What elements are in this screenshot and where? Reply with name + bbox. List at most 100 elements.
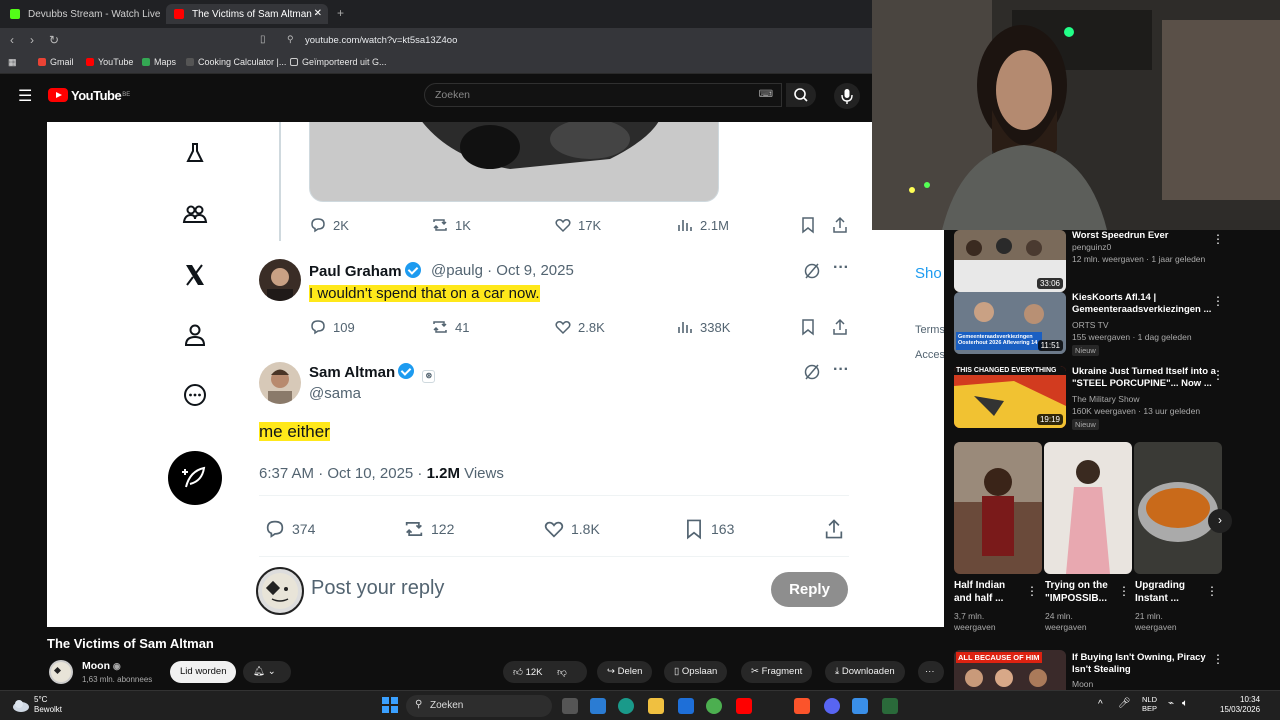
discord-icon[interactable]	[824, 698, 840, 714]
edge-icon[interactable]	[618, 698, 634, 714]
car-image[interactable]	[309, 122, 719, 202]
keyboard-icon[interactable]: ⌨	[759, 89, 773, 100]
kebab-menu-icon[interactable]: ⋮	[1212, 368, 1224, 382]
bookmark-maps[interactable]: Maps	[142, 57, 176, 67]
volume-icon[interactable]: 🔈︎	[1182, 698, 1188, 709]
compose-post-button[interactable]	[168, 451, 222, 505]
chrome-icon[interactable]	[706, 698, 722, 714]
reply-button[interactable]: Reply	[771, 572, 848, 607]
search-button[interactable]	[786, 83, 816, 107]
short-thumbnail[interactable]	[1134, 442, 1222, 574]
download-button[interactable]: ⤓ Downloaden	[825, 661, 905, 683]
accessibility-link[interactable]: Acces	[915, 349, 944, 361]
repost-action[interactable]: 122	[403, 518, 454, 540]
kebab-menu-icon[interactable]: ⋮	[1118, 584, 1130, 598]
site-info-icon[interactable]: ⚲	[287, 34, 294, 45]
profile-icon[interactable]	[179, 322, 211, 354]
menu-icon[interactable]: ☰	[18, 86, 32, 106]
network-icon[interactable]: ⌁	[1168, 698, 1174, 709]
user-avatar[interactable]	[256, 567, 304, 615]
search-input[interactable]: Zoeken ⌨	[424, 83, 782, 107]
kebab-menu-icon[interactable]: ⋮	[1212, 232, 1224, 246]
bookmark-action[interactable]	[799, 216, 817, 234]
terms-link[interactable]: Terms	[915, 324, 944, 336]
back-icon[interactable]: ‹	[10, 33, 14, 47]
like-action[interactable]: 2.8K	[554, 318, 605, 336]
rec-channel[interactable]: The Military Show	[1072, 394, 1140, 404]
short-thumbnail[interactable]	[1044, 442, 1132, 574]
dislike-button[interactable]: 👎︎	[557, 667, 567, 678]
bookmark-imported[interactable]: Geïmporteerd uit G...	[290, 57, 387, 67]
kebab-menu-icon[interactable]: ⋮	[1206, 584, 1218, 598]
bookmark-action[interactable]: 163	[683, 518, 734, 540]
microphone-tray-icon[interactable]: 🎤︎	[1118, 698, 1131, 709]
recommendation-item[interactable]: ALL BECAUSE OF HIM If Buying Isn't Ownin…	[954, 650, 1276, 690]
share-button[interactable]: ↪ Delen	[597, 661, 653, 683]
store-icon[interactable]	[590, 698, 606, 714]
recommendation-item[interactable]: THIS CHANGED EVERYTHING 19:19 Ukraine Ju…	[954, 366, 1276, 436]
youtube-app-icon[interactable]	[736, 698, 752, 714]
taskbar-search[interactable]: ⚲ Zoeken	[406, 695, 552, 717]
kebab-menu-icon[interactable]: ⋮	[1026, 584, 1038, 598]
sama-avatar[interactable]	[259, 362, 301, 404]
more-options-icon[interactable]: ···	[833, 259, 849, 277]
windows-start-icon[interactable]	[382, 697, 398, 713]
more-icon[interactable]	[179, 382, 211, 414]
tray-chevron-icon[interactable]: ^	[1098, 699, 1103, 710]
language-indicator[interactable]: NLD BEP	[1142, 695, 1157, 713]
mail-icon[interactable]	[678, 698, 694, 714]
video-player[interactable]: 2K 1K 17K 2.1M Paul Graham @paulg · Oct …	[47, 122, 944, 627]
task-view-icon[interactable]	[562, 698, 578, 714]
x-logo-icon[interactable]	[179, 262, 211, 294]
channel-name[interactable]: Moon ◉	[82, 660, 121, 672]
video-thumbnail[interactable]: 33:06	[954, 230, 1066, 292]
sama-name[interactable]: Sam Altman ⊛	[309, 363, 436, 383]
timestamp-text[interactable]: 6:37 AM · Oct 10, 2025 ·	[259, 465, 427, 482]
reply-action[interactable]: 2K	[309, 216, 349, 234]
save-button[interactable]: ▯ Opslaan	[664, 661, 728, 683]
paulg-avatar[interactable]	[259, 259, 301, 301]
sama-handle[interactable]: @sama	[309, 385, 361, 402]
chevron-right-icon[interactable]: ›	[1208, 509, 1232, 533]
repost-action[interactable]: 41	[431, 318, 469, 336]
video-thumbnail[interactable]: THIS CHANGED EVERYTHING 19:19	[954, 366, 1066, 428]
show-more-link[interactable]: Sho	[915, 265, 942, 282]
app-icon[interactable]	[852, 698, 868, 714]
author-handle[interactable]: @paulg	[431, 262, 483, 279]
forward-icon[interactable]: ›	[30, 33, 34, 47]
weather-widget[interactable]: 5°C Bewolkt	[34, 695, 62, 715]
repost-action[interactable]: 1K	[431, 216, 471, 234]
short-thumbnail[interactable]	[954, 442, 1042, 574]
recommendation-item[interactable]: 33:06 Worst Speedrun Ever penguinz0 12 m…	[954, 230, 1276, 292]
grok-explain-icon[interactable]	[803, 363, 821, 381]
bookmark-gmail[interactable]: Gmail	[38, 57, 74, 67]
mic-button[interactable]	[834, 83, 860, 109]
app-icon[interactable]	[882, 698, 898, 714]
more-actions-button[interactable]: ···	[918, 661, 944, 683]
reply-action[interactable]: 374	[264, 518, 315, 540]
new-tab-icon[interactable]: +	[337, 6, 344, 20]
weather-icon[interactable]	[12, 697, 30, 713]
rec-channel[interactable]: Moon	[1072, 679, 1093, 689]
like-action[interactable]: 17K	[554, 216, 601, 234]
bookmark-icon[interactable]: ▯	[260, 34, 266, 45]
brave-icon[interactable]	[794, 698, 810, 714]
close-icon[interactable]: ✕	[314, 8, 322, 19]
views-action[interactable]: 338K	[676, 318, 730, 336]
clip-button[interactable]: ✂ Fragment	[741, 661, 813, 683]
kebab-menu-icon[interactable]: ⋮	[1212, 652, 1224, 666]
kebab-menu-icon[interactable]: ⋮	[1212, 294, 1224, 308]
bookmark-youtube[interactable]: YouTube	[86, 57, 133, 67]
tab-devubbs[interactable]: Devubbs Stream - Watch Live on	[2, 4, 162, 24]
video-thumbnail[interactable]: ALL BECAUSE OF HIM	[954, 650, 1066, 690]
notifications-button[interactable]: 🔔︎ ⌄	[243, 661, 291, 683]
share-action[interactable]	[831, 216, 849, 234]
grok-icon[interactable]	[179, 140, 211, 172]
bookmark-cooking[interactable]: Cooking Calculator |...	[186, 57, 286, 67]
channel-avatar[interactable]	[49, 660, 73, 684]
paulg-name[interactable]: Paul Graham	[309, 262, 421, 280]
like-action[interactable]: 1.8K	[543, 518, 600, 540]
recommendation-item[interactable]: Gemeenteraadsverkiezingen Oosterhout 202…	[954, 292, 1276, 362]
share-action[interactable]	[823, 518, 845, 540]
reply-action[interactable]: 109	[309, 318, 355, 336]
